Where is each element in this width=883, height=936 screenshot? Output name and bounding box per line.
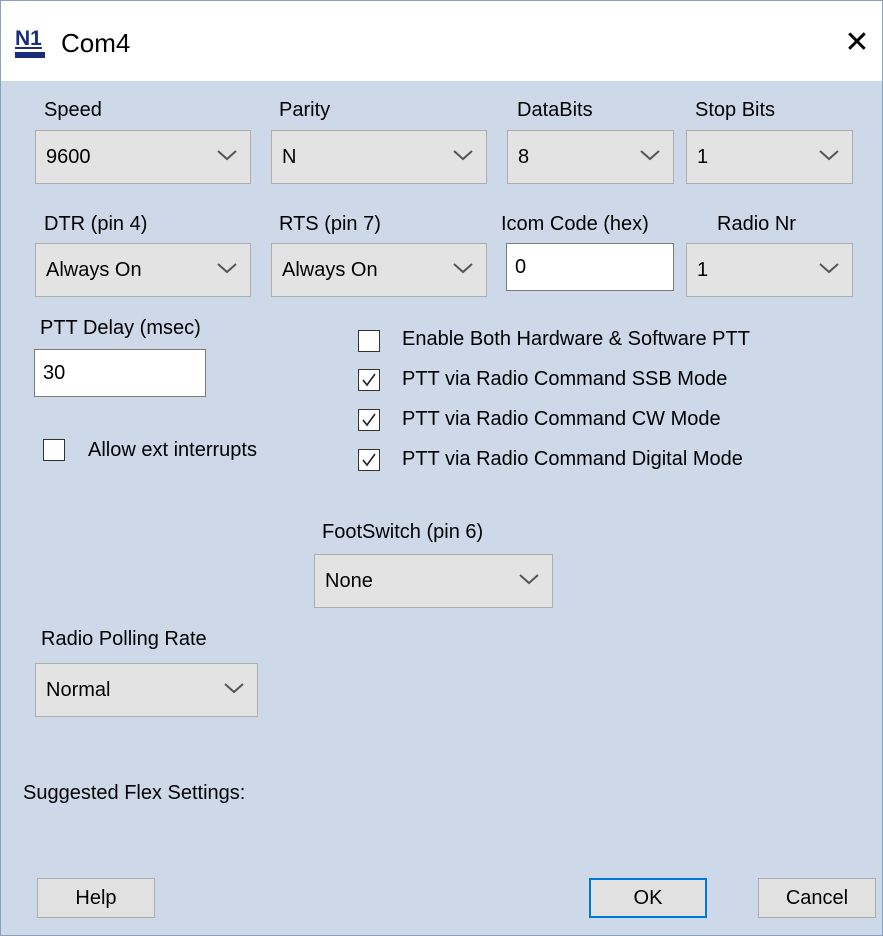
footswitch-value: None: [325, 570, 373, 592]
chevron-down-icon: [453, 263, 473, 274]
chevron-down-icon: [217, 263, 237, 274]
ptt-delay-value: 30: [43, 362, 66, 384]
title-bar: N1 Com4 ✕: [1, 1, 882, 81]
close-button[interactable]: ✕: [837, 23, 877, 63]
chevron-down-icon: [819, 150, 839, 161]
flex-settings-label: Suggested Flex Settings:: [23, 782, 246, 804]
radio-nr-value: 1: [697, 259, 709, 281]
cancel-button[interactable]: Cancel: [758, 878, 876, 918]
icom-code-value: 0: [515, 256, 527, 278]
help-button[interactable]: Help: [37, 878, 155, 918]
speed-value: 9600: [46, 146, 91, 168]
rts-select[interactable]: Always On: [271, 243, 487, 297]
polling-rate-select[interactable]: Normal: [35, 663, 258, 717]
parity-label: Parity: [279, 99, 331, 121]
databits-value: 8: [518, 146, 530, 168]
dtr-label: DTR (pin 4): [44, 213, 148, 235]
footswitch-label: FootSwitch (pin 6): [322, 521, 484, 543]
databits-select[interactable]: 8: [507, 130, 674, 184]
ptt-ssb-checkbox[interactable]: [358, 369, 380, 391]
window-title: Com4: [61, 28, 131, 58]
ptt-ssb-label: PTT via Radio Command SSB Mode: [402, 368, 728, 390]
chevron-down-icon: [453, 150, 473, 161]
chevron-down-icon: [217, 150, 237, 161]
allow-ext-interrupts-label: Allow ext interrupts: [88, 439, 257, 461]
ok-button[interactable]: OK: [589, 878, 707, 918]
databits-label: DataBits: [517, 99, 593, 121]
rts-value: Always On: [282, 259, 378, 281]
dtr-value: Always On: [46, 259, 142, 281]
rts-label: RTS (pin 7): [279, 213, 381, 235]
radio-nr-label: Radio Nr: [717, 213, 796, 235]
ptt-digital-checkbox[interactable]: [358, 449, 380, 471]
ptt-digital-label: PTT via Radio Command Digital Mode: [402, 448, 743, 470]
polling-rate-label: Radio Polling Rate: [41, 628, 207, 650]
stopbits-select[interactable]: 1: [686, 130, 853, 184]
checkmark-icon: [362, 453, 376, 467]
parity-select[interactable]: N: [271, 130, 487, 184]
checkmark-icon: [362, 413, 376, 427]
parity-value: N: [282, 146, 297, 168]
allow-ext-interrupts-checkbox[interactable]: [43, 439, 65, 461]
enable-both-ptt-label: Enable Both Hardware & Software PTT: [402, 328, 750, 350]
ptt-delay-input[interactable]: 30: [34, 349, 206, 397]
stopbits-label: Stop Bits: [695, 99, 776, 121]
polling-rate-value: Normal: [46, 679, 111, 701]
chevron-down-icon: [819, 263, 839, 274]
com-port-dialog: N1 Com4 ✕ Speed Parity DataBits Stop Bit…: [0, 0, 883, 936]
icom-code-label: Icom Code (hex): [501, 213, 649, 235]
ptt-delay-label: PTT Delay (msec): [40, 317, 201, 339]
chevron-down-icon: [640, 150, 660, 161]
ptt-cw-checkbox[interactable]: [358, 409, 380, 431]
dtr-select[interactable]: Always On: [35, 243, 251, 297]
chevron-down-icon: [224, 683, 244, 694]
checkmark-icon: [362, 373, 376, 387]
radio-nr-select[interactable]: 1: [686, 243, 853, 297]
speed-select[interactable]: 9600: [35, 130, 251, 184]
close-icon: ✕: [844, 26, 870, 59]
chevron-down-icon: [519, 574, 539, 585]
footswitch-select[interactable]: None: [314, 554, 553, 608]
stopbits-value: 1: [697, 146, 709, 168]
enable-both-ptt-checkbox[interactable]: [358, 330, 380, 352]
ptt-cw-label: PTT via Radio Command CW Mode: [402, 408, 721, 430]
app-logo-icon: N1: [13, 27, 47, 59]
icom-code-input[interactable]: 0: [506, 243, 674, 291]
speed-label: Speed: [44, 99, 102, 121]
